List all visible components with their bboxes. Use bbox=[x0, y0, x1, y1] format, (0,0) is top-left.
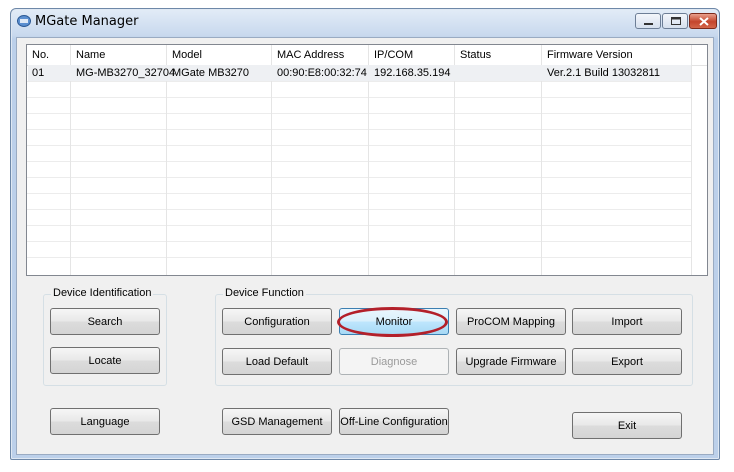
upgrade-firmware-button[interactable]: Upgrade Firmware bbox=[456, 348, 566, 375]
offline-configuration-button[interactable]: Off-Line Configuration bbox=[339, 408, 449, 435]
export-button[interactable]: Export bbox=[572, 348, 682, 375]
maximize-icon bbox=[671, 17, 681, 25]
procom-mapping-button[interactable]: ProCOM Mapping bbox=[456, 308, 566, 335]
client-area: No. Name Model MAC Address IP/COM Status… bbox=[16, 37, 714, 455]
exit-button[interactable]: Exit bbox=[572, 412, 682, 439]
diagnose-button[interactable]: Diagnose bbox=[339, 348, 449, 375]
column-header-mac[interactable]: MAC Address bbox=[272, 45, 344, 65]
device-list[interactable]: No. Name Model MAC Address IP/COM Status… bbox=[26, 44, 708, 276]
app-icon bbox=[17, 15, 31, 27]
import-button[interactable]: Import bbox=[572, 308, 682, 335]
main-window: MGate Manager No. Name Model MAC Address… bbox=[10, 8, 720, 460]
cell-mac: 00:90:E8:00:32:74 bbox=[277, 67, 367, 79]
column-header-firmware[interactable]: Firmware Version bbox=[542, 45, 633, 65]
search-button[interactable]: Search bbox=[50, 308, 160, 335]
cell-firmware: Ver.2.1 Build 13032811 bbox=[547, 67, 660, 79]
gsd-management-button[interactable]: GSD Management bbox=[222, 408, 332, 435]
column-header-status[interactable]: Status bbox=[455, 45, 491, 65]
close-icon bbox=[699, 17, 709, 26]
locate-button[interactable]: Locate bbox=[50, 347, 160, 374]
column-header-ip[interactable]: IP/COM bbox=[369, 45, 413, 65]
column-header-model[interactable]: Model bbox=[167, 45, 202, 65]
configuration-button[interactable]: Configuration bbox=[222, 308, 332, 335]
column-header-name[interactable]: Name bbox=[71, 45, 105, 65]
language-button[interactable]: Language bbox=[50, 408, 160, 435]
cell-model: MGate MB3270 bbox=[172, 67, 250, 79]
device-identification-label: Device Identification bbox=[51, 287, 154, 299]
monitor-button[interactable]: Monitor bbox=[339, 308, 449, 335]
maximize-button[interactable] bbox=[662, 13, 688, 29]
minimize-icon bbox=[644, 23, 653, 25]
window-title: MGate Manager bbox=[35, 14, 139, 29]
load-default-button[interactable]: Load Default bbox=[222, 348, 332, 375]
cell-status bbox=[455, 66, 460, 81]
title-bar[interactable]: MGate Manager bbox=[11, 9, 719, 35]
column-header-no[interactable]: No. bbox=[27, 45, 49, 65]
minimize-button[interactable] bbox=[635, 13, 661, 29]
close-button[interactable] bbox=[689, 13, 717, 29]
cell-name: MG-MB3270_32704 bbox=[76, 67, 176, 79]
device-function-label: Device Function bbox=[223, 287, 306, 299]
cell-ip: 192.168.35.194 bbox=[374, 67, 451, 79]
cell-no: 01 bbox=[32, 67, 45, 79]
